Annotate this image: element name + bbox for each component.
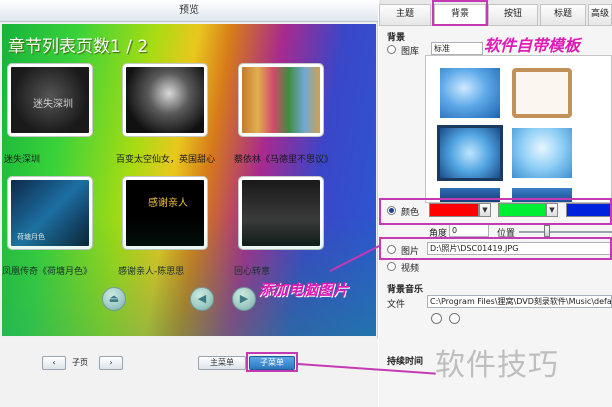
preview-pane: 预览 章节列表页数1 / 2 迷失深圳 迷失深圳 百变太空仙女，英国甜心 蔡依林…: [0, 0, 378, 407]
chapter-caption-4[interactable]: 凤凰传奇《荷塘月色》: [2, 264, 92, 277]
chapter-thumb-2[interactable]: [123, 64, 207, 136]
video-radio[interactable]: [387, 262, 396, 271]
preview-controls: ‹ 子页 › 主菜单 子菜单: [0, 338, 378, 407]
settings-tabs: 主题 背景 按钮 标题 高级: [379, 0, 612, 26]
next-subpage-button[interactable]: ›: [99, 356, 123, 370]
music-play-button[interactable]: [431, 313, 442, 324]
position-slider-thumb[interactable]: [544, 225, 550, 237]
preview-window-title: 预览: [0, 0, 378, 22]
chapter-list-title: 章节列表页数1 / 2: [8, 37, 149, 57]
file-label: 文件: [387, 300, 406, 310]
library-radio[interactable]: [387, 45, 396, 54]
duration-label: 持续时间: [387, 357, 424, 367]
arrow-left-icon: ◀: [197, 292, 207, 305]
thumb-overlay-text: 迷失深圳: [33, 99, 73, 110]
arrow-right-icon: ▶: [239, 292, 249, 305]
template-item[interactable]: [440, 68, 500, 118]
angle-stepper[interactable]: 0: [449, 224, 489, 237]
template-annotation: 软件自带模板: [484, 36, 581, 55]
sub-menu-highlight: [246, 352, 298, 372]
template-item[interactable]: [512, 128, 572, 178]
chevron-right-icon: ›: [109, 358, 113, 367]
tab-theme[interactable]: 主题: [379, 4, 431, 25]
background-tab-highlight: [432, 0, 488, 26]
next-page-button[interactable]: ▶: [232, 287, 256, 311]
watermark-text: 软件技巧: [435, 348, 559, 383]
prev-subpage-button[interactable]: ‹: [42, 356, 66, 370]
eject-up-icon: ⏏: [108, 292, 120, 305]
chapter-caption-6[interactable]: 回心转意: [234, 264, 270, 277]
video-label: 视频: [401, 264, 420, 274]
chapter-thumb-6[interactable]: [239, 177, 323, 249]
chapter-thumb-3[interactable]: [239, 64, 323, 136]
chapter-caption-2[interactable]: 百变太空仙女，英国甜心: [116, 152, 215, 165]
eject-up-button[interactable]: ⏏: [102, 287, 126, 311]
chapter-thumb-4[interactable]: 荷塘月色: [8, 177, 92, 249]
library-label: 图库: [401, 47, 420, 57]
template-gallery: [425, 55, 612, 203]
main-menu-button[interactable]: 主菜单: [198, 356, 246, 370]
subpage-label: 子页: [72, 358, 88, 367]
position-slider-track[interactable]: [519, 231, 612, 233]
chapter-caption-3[interactable]: 蔡依林《马德里不思议》: [234, 152, 333, 165]
chevron-left-icon: ‹: [52, 358, 56, 367]
color-row-highlight: [379, 198, 612, 225]
picture-row-highlight: [379, 237, 612, 260]
tab-advanced[interactable]: 高级: [588, 4, 612, 25]
music-file-path-field[interactable]: C:\Program Files\狸窝\DVD刻录软件\Music\defa: [427, 295, 612, 308]
template-item[interactable]: [512, 68, 572, 118]
chapter-thumb-1[interactable]: 迷失深圳: [8, 64, 92, 136]
library-select[interactable]: 标准: [431, 42, 483, 55]
tab-buttons[interactable]: 按钮: [488, 4, 538, 25]
tab-title[interactable]: 标题: [540, 4, 586, 25]
template-item-selected[interactable]: [437, 125, 503, 181]
chapter-caption-5[interactable]: 感谢亲人-陈思思: [118, 264, 184, 277]
previous-page-button[interactable]: ◀: [190, 287, 214, 311]
music-stop-button[interactable]: [449, 313, 460, 324]
bg-music-section-label: 背景音乐: [387, 285, 424, 295]
chapter-caption-1[interactable]: 迷失深圳: [4, 152, 40, 165]
thumb-overlay-text: 感谢亲人: [148, 198, 188, 209]
thumb-overlay-text: 荷塘月色: [17, 233, 45, 241]
chapter-thumb-5[interactable]: 感谢亲人: [123, 177, 207, 249]
pc-picture-annotation: 添加电脑图片: [258, 281, 349, 299]
background-section-label: 背景: [387, 33, 406, 43]
